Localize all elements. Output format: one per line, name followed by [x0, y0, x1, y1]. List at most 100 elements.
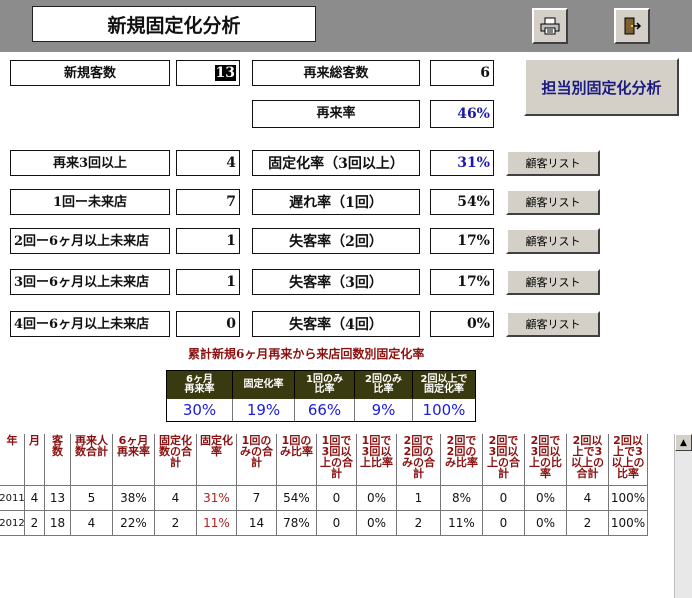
grid-cell: 11% — [441, 511, 483, 536]
grid-cell: 8% — [441, 486, 483, 511]
customer-list-button[interactable]: 顧客リスト — [506, 228, 600, 254]
data-grid: 年 2011 2012 月 4 2 客 数 13 18 再来人 数合計 5 4 6ヶ月 再来率 38% 22… — [0, 434, 674, 598]
grid-header-cell: 1回の みの合 計 — [237, 434, 277, 486]
row-count: 1 — [176, 269, 240, 295]
grid-header-cell: 2回以 上で3 以上の 比率 — [609, 434, 648, 486]
row-label: 4回ー6ヶ月以上未来店 — [10, 311, 170, 337]
grid-cell: 11% — [197, 511, 237, 536]
row-count: 4 — [176, 150, 240, 176]
grid-cell: 78% — [277, 511, 317, 536]
grid-header-cell: 再来人 数合計 — [71, 434, 113, 486]
grid-cell: 4 — [155, 486, 197, 511]
summary-value: 100% — [422, 401, 466, 419]
grid-cell: 2 — [567, 511, 609, 536]
customer-list-button[interactable]: 顧客リスト — [506, 269, 600, 295]
grid-cell: 0% — [525, 511, 567, 536]
row-count: 7 — [176, 189, 240, 215]
grid-header-cell: 2回で 3回以 上の比 率 — [525, 434, 567, 486]
row-rate-value: 17% — [430, 228, 494, 254]
grid-cell: 1 — [397, 486, 441, 511]
grid-header-cell: 月 — [25, 434, 45, 486]
summary-header: 2回のみ 比率 — [355, 371, 413, 399]
print-button[interactable] — [532, 8, 568, 44]
grid-header-cell: 2回で 2回の みの合 計 — [397, 434, 441, 486]
grid-cell: 38% — [113, 486, 155, 511]
row-rate-label: 失客率（3回） — [252, 269, 420, 295]
grid-header-cell: 1回の み比率 — [277, 434, 317, 486]
grid-header-cell: 1回で 3回以 上比率 — [357, 434, 397, 486]
vertical-scrollbar[interactable]: ▲ — [674, 434, 692, 598]
grid-cell: 54% — [277, 486, 317, 511]
customer-list-button[interactable]: 顧客リスト — [506, 189, 600, 215]
grid-cell: 2 — [25, 511, 45, 536]
staff-analysis-button[interactable]: 担当別固定化分析 — [524, 58, 679, 116]
printer-icon — [540, 17, 560, 35]
grid-cell: 100% — [609, 486, 648, 511]
summary-header: 1回のみ 比率 — [295, 371, 355, 399]
grid-header-cell: 6ヶ月 再来率 — [113, 434, 155, 486]
grid-cell: 22% — [113, 511, 155, 536]
row-count: 1 — [176, 228, 240, 254]
grid-cell: 4 — [567, 486, 609, 511]
grid-cell: 7 — [237, 486, 277, 511]
row-label: 2回ー6ヶ月以上未来店 — [10, 228, 170, 254]
return-rate-label: 再来率 — [252, 100, 420, 128]
summary-table: 6ヶ月 再来率 固定化率 1回のみ 比率 2回のみ 比率 2回以上で 固定化率 … — [166, 370, 476, 422]
customer-list-button[interactable]: 顧客リスト — [506, 311, 600, 337]
row-rate-label: 失客率（4回） — [252, 311, 420, 337]
summary-value: 30% — [167, 399, 233, 421]
row-rate-label: 遅れ率（1回） — [252, 189, 420, 215]
grid-cell: 2012 — [0, 511, 25, 536]
row-label: 再来3回以上 — [10, 150, 170, 176]
row-rate-label: 固定化率（3回以上） — [252, 150, 420, 176]
grid-header-cell: 2回で 2回の み比率 — [441, 434, 483, 486]
grid-header-cell: 固定化 率 — [197, 434, 237, 486]
grid-cell: 4 — [71, 511, 113, 536]
grid-header-cell: 1回で 3回以 上の合 計 — [317, 434, 357, 486]
summary-value: 9% — [355, 399, 413, 421]
row-rate-value: 54% — [430, 189, 494, 215]
grid-cell: 2 — [155, 511, 197, 536]
grid-cell: 18 — [45, 511, 71, 536]
exit-button[interactable] — [614, 8, 650, 44]
grid-header-cell: 固定化 数の合 計 — [155, 434, 197, 486]
row-rate-value: 31% — [430, 150, 494, 176]
grid-cell: 13 — [45, 486, 71, 511]
grid-header-cell: 2回以 上で3 以上の 合計 — [567, 434, 609, 486]
row-rate-value: 0% — [430, 311, 494, 337]
cumulative-caption: 累計新規6ヶ月再来から来店回数別固定化率 — [188, 347, 425, 361]
grid-cell: 2011 — [0, 486, 25, 511]
row-rate-value: 17% — [430, 269, 494, 295]
row-rate-label: 失客率（2回） — [252, 228, 420, 254]
new-customers-label: 新規客数 — [10, 60, 170, 86]
grid-cell: 0% — [357, 486, 397, 511]
return-rate-value: 46% — [430, 100, 494, 128]
grid-cell: 100% — [609, 511, 648, 536]
new-customers-value: 13 — [176, 60, 240, 86]
grid-cell: 0 — [483, 486, 525, 511]
summary-header: 2回以上で 固定化率 — [413, 371, 475, 399]
scroll-up-arrow-icon[interactable]: ▲ — [675, 434, 692, 451]
grid-cell: 0 — [483, 511, 525, 536]
return-total-label: 再来総客数 — [252, 60, 420, 86]
row-label: 3回ー6ヶ月以上未来店 — [10, 269, 170, 295]
summary-header: 6ヶ月 再来率 — [167, 371, 233, 399]
grid-cell: 0% — [525, 486, 567, 511]
grid-cell: 0 — [317, 511, 357, 536]
grid-cell: 4 — [25, 486, 45, 511]
grid-header-cell: 客 数 — [45, 434, 71, 486]
row-label: 1回ー未来店 — [10, 189, 170, 215]
grid-header-cell: 2回で 3回以 上の合 計 — [483, 434, 525, 486]
customer-list-button[interactable]: 顧客リスト — [506, 150, 600, 176]
summary-value: 19% — [233, 399, 295, 421]
return-total-value: 6 — [430, 60, 494, 86]
summary-value: 66% — [295, 399, 355, 421]
exit-door-icon — [624, 17, 642, 35]
page-title: 新規固定化分析 — [32, 6, 316, 42]
grid-cell: 2 — [397, 511, 441, 536]
grid-cell: 0% — [357, 511, 397, 536]
grid-cell: 5 — [71, 486, 113, 511]
grid-cell: 31% — [197, 486, 237, 511]
grid-cell: 14 — [237, 511, 277, 536]
summary-header: 固定化率 — [233, 371, 295, 399]
